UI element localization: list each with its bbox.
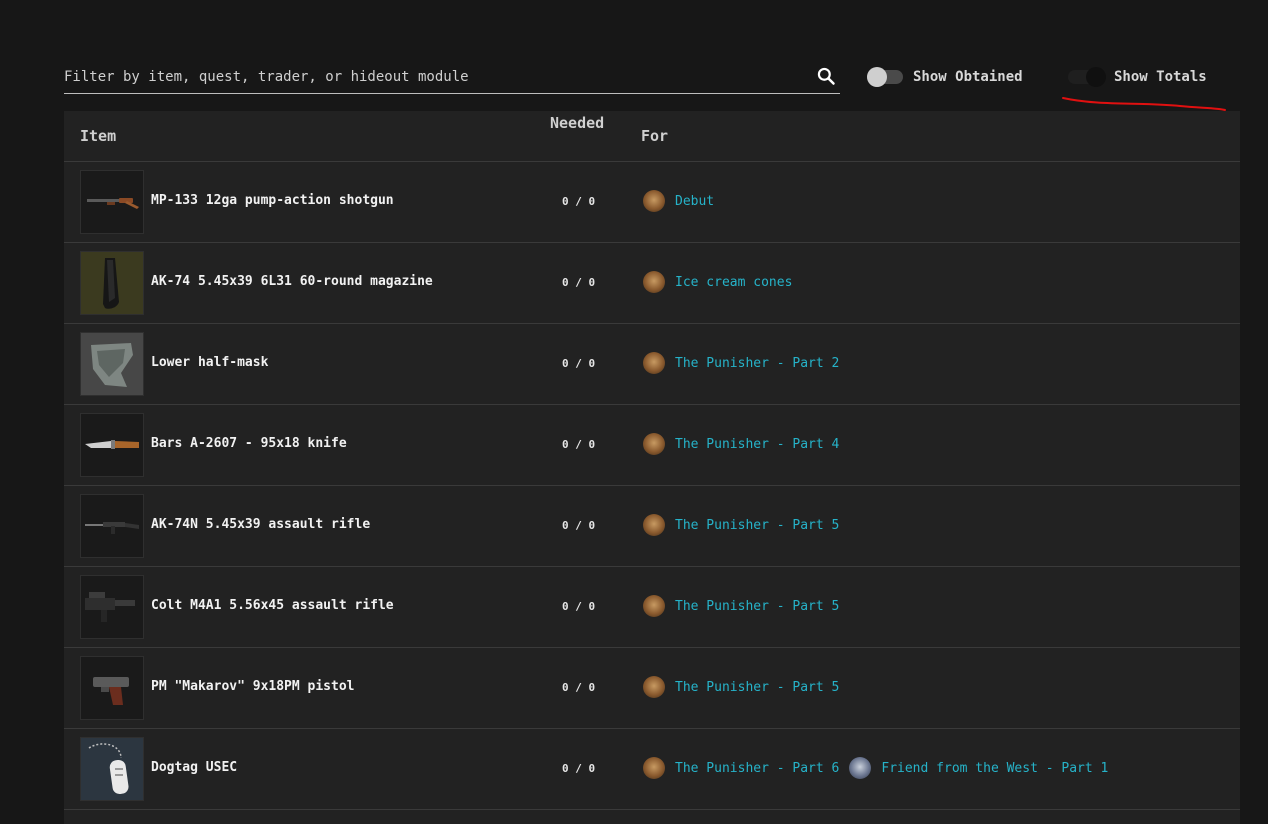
quest-link[interactable]: Debut [675, 194, 714, 209]
toggle-label: Show Totals [1114, 69, 1207, 85]
item-thumbnail[interactable] [80, 170, 144, 234]
quest-link[interactable]: The Punisher - Part 6 [675, 761, 839, 776]
item-thumbnail[interactable] [80, 737, 144, 801]
table-row: Lower half-mask 0 / 0 The Punisher - Part … [64, 324, 1240, 405]
show-obtained-toggle[interactable]: Show Obtained [867, 66, 1023, 88]
prapor-avatar-icon [643, 433, 665, 455]
pistol-icon [81, 657, 143, 719]
needed-count: 0 / 0 [562, 438, 596, 451]
needed-count: 0 / 0 [562, 762, 596, 775]
prapor-avatar-icon [643, 595, 665, 617]
quest-list: The Punisher - Part 2 [643, 352, 849, 374]
item-name[interactable]: PM "Makarov" 9x18PM pistol [151, 679, 355, 694]
needed-count: 0 / 0 [562, 519, 596, 532]
item-name[interactable]: MP-133 12ga pump-action shotgun [151, 193, 394, 208]
dogtag-icon [81, 738, 143, 800]
knife-icon [81, 414, 143, 476]
item-name[interactable]: Colt M4A1 5.56x45 assault rifle [151, 598, 394, 613]
quest-link[interactable]: Ice cream cones [675, 275, 792, 290]
quest-list: The Punisher - Part 5 [643, 514, 849, 536]
table-row: Colt M4A1 5.56x45 assault rifle 0 / 0 The … [64, 567, 1240, 648]
toggle-knob [867, 67, 887, 87]
table-header: Item Needed For [64, 111, 1240, 162]
item-thumbnail[interactable] [80, 413, 144, 477]
toggle-track [1068, 67, 1106, 87]
toggle-track [867, 67, 903, 87]
needed-count: 0 / 0 [562, 195, 596, 208]
quest-list: The Punisher - Part 5 [643, 676, 849, 698]
quest-link[interactable]: The Punisher - Part 5 [675, 599, 839, 614]
item-thumbnail[interactable] [80, 494, 144, 558]
search-input[interactable] [64, 66, 804, 88]
shotgun-icon [81, 171, 143, 233]
quest-list: Ice cream cones [643, 271, 802, 293]
rifle-icon [81, 495, 143, 557]
table-body: MP-133 12ga pump-action shotgun 0 / 0 Debu… [64, 162, 1240, 810]
column-header-for[interactable]: For [641, 127, 668, 145]
quest-list: The Punisher - Part 6 Friend from the Wes… [643, 757, 1118, 779]
table-row: AK-74 5.45x39 6L31 60-round magazine 0 / … [64, 243, 1240, 324]
search-icon[interactable] [816, 66, 836, 86]
quest-link[interactable]: The Punisher - Part 5 [675, 518, 839, 533]
magazine-icon [81, 252, 143, 314]
item-name[interactable]: Bars A-2607 - 95x18 knife [151, 436, 347, 451]
quest-link[interactable]: The Punisher - Part 2 [675, 356, 839, 371]
item-name[interactable]: AK-74N 5.45x39 assault rifle [151, 517, 370, 532]
prapor-avatar-icon [643, 757, 665, 779]
item-name[interactable]: Dogtag USEC [151, 760, 237, 775]
prapor-avatar-icon [643, 271, 665, 293]
needed-count: 0 / 0 [562, 357, 596, 370]
table-row: PM "Makarov" 9x18PM pistol 0 / 0 The Punis… [64, 648, 1240, 729]
item-name[interactable]: Lower half-mask [151, 355, 268, 370]
quest-list: Debut [643, 190, 724, 212]
table-row: AK-74N 5.45x39 assault rifle 0 / 0 The Pun… [64, 486, 1240, 567]
column-header-item[interactable]: Item [80, 127, 116, 145]
prapor-avatar-icon [643, 190, 665, 212]
prapor-avatar-icon [643, 676, 665, 698]
m4-rifle-icon [81, 576, 143, 638]
table-row: Bars A-2607 - 95x18 knife 0 / 0 The Punish… [64, 405, 1240, 486]
quest-link[interactable]: The Punisher - Part 4 [675, 437, 839, 452]
items-table: Item Needed For MP-133 12ga pump-action … [64, 111, 1240, 824]
search-bar [64, 60, 840, 94]
needed-count: 0 / 0 [562, 681, 596, 694]
item-thumbnail[interactable] [80, 656, 144, 720]
item-thumbnail[interactable] [80, 332, 144, 396]
quest-list: The Punisher - Part 4 [643, 433, 849, 455]
show-totals-toggle[interactable]: Show Totals [1068, 66, 1207, 88]
toggle-label: Show Obtained [913, 69, 1023, 85]
needed-count: 0 / 0 [562, 600, 596, 613]
quest-list: The Punisher - Part 5 [643, 595, 849, 617]
quest-link[interactable]: The Punisher - Part 5 [675, 680, 839, 695]
table-row: MP-133 12ga pump-action shotgun 0 / 0 Debu… [64, 162, 1240, 243]
half-mask-icon [81, 333, 143, 395]
needed-count: 0 / 0 [562, 276, 596, 289]
table-row: Dogtag USEC 0 / 0 The Punisher - Part 6 Fri… [64, 729, 1240, 810]
toggle-knob [1086, 67, 1106, 87]
peacekeeper-avatar-icon [849, 757, 872, 779]
quest-link[interactable]: Friend from the West - Part 1 [881, 761, 1108, 776]
toolbar: Show Obtained Show Totals [0, 0, 1268, 111]
prapor-avatar-icon [643, 352, 665, 374]
prapor-avatar-icon [643, 514, 665, 536]
item-name[interactable]: AK-74 5.45x39 6L31 60-round magazine [151, 274, 433, 289]
column-header-needed[interactable]: Needed [550, 114, 604, 132]
item-thumbnail[interactable] [80, 575, 144, 639]
item-thumbnail[interactable] [80, 251, 144, 315]
